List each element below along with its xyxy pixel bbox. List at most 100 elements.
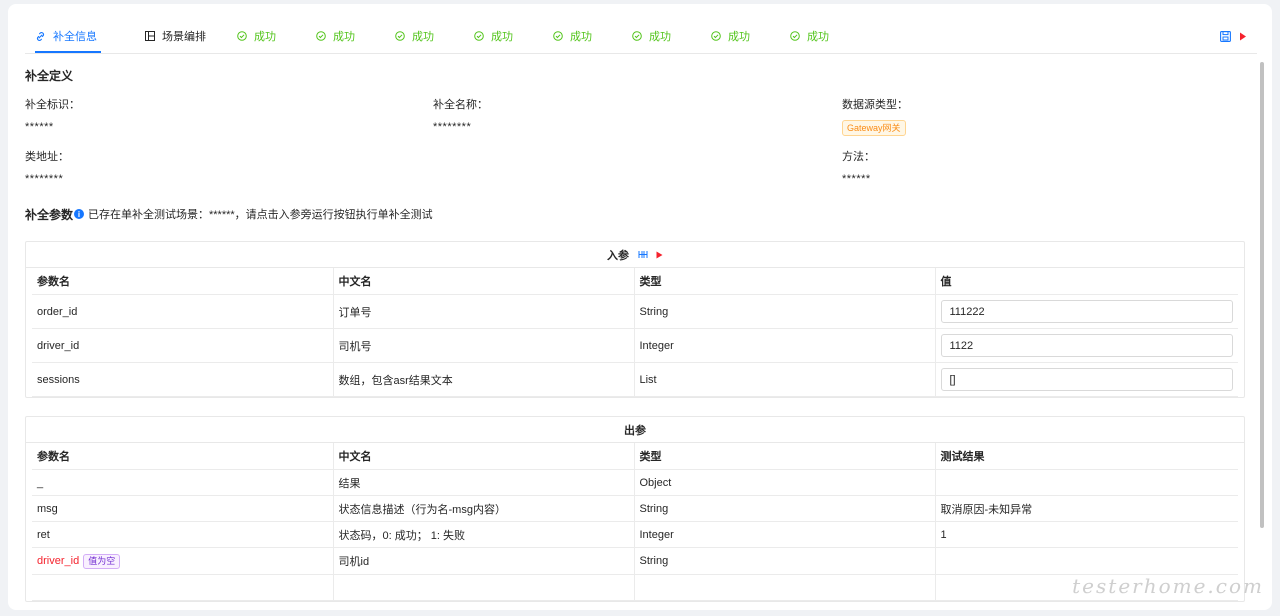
param-cn-name: 司机号 — [333, 328, 635, 363]
input-params-title: 入参 — [607, 249, 629, 262]
tab-label: 成功 — [412, 31, 434, 43]
method-label: 方法： — [842, 151, 875, 163]
output-params-table: 参数名 中文名 类型 测试结果 _ 结果 Object msg 状态信息描述（行… — [32, 443, 1238, 601]
tab-scene-orchestration[interactable]: 场景编排 — [145, 20, 206, 52]
param-value-input[interactable]: 1122 — [940, 334, 1233, 357]
vertical-scrollbar[interactable] — [1260, 62, 1264, 528]
tab-label: 成功 — [333, 31, 355, 43]
method-value: ****** — [842, 173, 871, 185]
param-value-cell: 111222 — [935, 294, 1238, 329]
tab-success-3[interactable]: 成功 — [395, 20, 434, 52]
tab-label: 补全信息 — [53, 31, 97, 43]
table-row: _ 结果 Object — [32, 469, 1238, 496]
column-header: 测试结果 — [935, 443, 1238, 470]
debug-icon[interactable] — [638, 250, 648, 259]
param-cn-name: 订单号 — [333, 294, 635, 329]
param-name-cell: driver_id 值为空 — [32, 547, 334, 575]
column-header: 值 — [935, 268, 1238, 295]
table-row — [32, 574, 1238, 601]
tab-label: 成功 — [649, 31, 671, 43]
output-params-panel: 出参 参数名 中文名 类型 测试结果 _ 结果 Object msg 状态信息描… — [25, 416, 1245, 602]
tab-success-1[interactable]: 成功 — [237, 20, 276, 52]
run-icon[interactable] — [656, 251, 663, 259]
empty-cell — [32, 574, 334, 601]
tab-success-7[interactable]: 成功 — [711, 20, 750, 52]
check-circle-icon — [711, 31, 721, 41]
empty-cell — [634, 574, 936, 601]
param-cn-name: 结果 — [333, 469, 635, 496]
completion-name-value: ******** — [433, 121, 472, 133]
empty-value-tag: 值为空 — [83, 553, 121, 569]
class-address-label: 类地址： — [25, 151, 69, 163]
table-row: ret 状态码，0: 成功； 1: 失败 Integer 1 — [32, 521, 1238, 548]
tab-label: 成功 — [570, 31, 592, 43]
tab-completion-info[interactable]: 补全信息 — [35, 20, 101, 53]
input-params-header: 入参 — [26, 242, 1244, 268]
table-row: driver_id 值为空 司机id String — [32, 547, 1238, 575]
check-circle-icon — [316, 31, 326, 41]
table-header-row: 参数名 中文名 类型 测试结果 — [32, 443, 1238, 470]
param-value-input[interactable]: [] — [940, 368, 1233, 391]
param-type: String — [634, 547, 936, 575]
param-value-cell: [] — [935, 362, 1238, 397]
check-circle-icon — [395, 31, 405, 41]
tab-success-2[interactable]: 成功 — [316, 20, 355, 52]
tab-bar: 补全信息 场景编排 成功 成功 成功 成功 成功 成功 成功 成功 — [25, 20, 1257, 54]
param-type: String — [634, 495, 936, 522]
class-address-value: ******** — [25, 173, 64, 185]
input-params-panel: 入参 参数名 中文名 类型 值 order_id 订单号 String 1112… — [25, 241, 1245, 398]
test-result: 取消原因-未知异常 — [935, 495, 1238, 522]
param-cn-name: 状态信息描述（行为名-msg内容） — [333, 495, 635, 522]
save-icon[interactable] — [1220, 30, 1231, 42]
tab-label: 成功 — [807, 31, 829, 43]
check-circle-icon — [632, 31, 642, 41]
column-header: 类型 — [634, 268, 936, 295]
param-name: ret — [32, 521, 334, 548]
empty-cell — [333, 574, 635, 601]
param-type: String — [634, 294, 936, 329]
definition-title: 补全定义 — [25, 69, 74, 83]
param-cn-name: 状态码，0: 成功； 1: 失败 — [333, 521, 635, 548]
table-row: order_id 订单号 String 111222 — [32, 294, 1238, 329]
param-name: _ — [32, 469, 334, 496]
tab-label: 场景编排 — [162, 31, 206, 43]
check-circle-icon — [474, 31, 484, 41]
input-params-table: 参数名 中文名 类型 值 order_id 订单号 String 111222 … — [32, 268, 1238, 397]
param-value-cell: 1122 — [935, 328, 1238, 363]
tab-actions — [1220, 20, 1247, 52]
param-type: List — [634, 362, 936, 397]
param-value-input[interactable]: 111222 — [940, 300, 1233, 323]
column-header: 参数名 — [32, 443, 334, 470]
play-icon[interactable] — [1239, 32, 1247, 41]
layout-icon — [145, 31, 155, 41]
param-name: driver_id — [32, 328, 334, 363]
tab-success-6[interactable]: 成功 — [632, 20, 671, 52]
param-name: msg — [32, 495, 334, 522]
param-name: driver_id — [37, 554, 80, 567]
column-header: 中文名 — [333, 268, 635, 295]
check-circle-icon — [237, 31, 247, 41]
link-icon — [35, 31, 46, 42]
column-header: 参数名 — [32, 268, 334, 295]
params-notice: i 已存在单补全测试场景：******，请点击入参旁运行按钮执行单补全测试 — [74, 206, 433, 222]
param-cn-name: 司机id — [333, 547, 635, 575]
tab-label: 成功 — [728, 31, 750, 43]
check-circle-icon — [790, 31, 800, 41]
output-params-header: 出参 — [26, 417, 1244, 443]
param-cn-name: 数组，包含asr结果文本 — [333, 362, 635, 397]
test-result — [935, 469, 1238, 496]
completion-id-value: ****** — [25, 121, 54, 133]
test-result: 1 — [935, 521, 1238, 548]
param-type: Integer — [634, 328, 936, 363]
params-title: 补全参数 — [25, 208, 74, 222]
datasource-type-label: 数据源类型： — [842, 99, 908, 111]
tab-label: 成功 — [254, 31, 276, 43]
tab-success-4[interactable]: 成功 — [474, 20, 513, 52]
output-params-title: 出参 — [624, 424, 646, 437]
param-type: Object — [634, 469, 936, 496]
tab-success-5[interactable]: 成功 — [553, 20, 592, 52]
completion-id-label: 补全标识： — [25, 99, 80, 111]
table-row: driver_id 司机号 Integer 1122 — [32, 328, 1238, 363]
param-name: sessions — [32, 362, 334, 397]
tab-success-8[interactable]: 成功 — [790, 20, 829, 52]
